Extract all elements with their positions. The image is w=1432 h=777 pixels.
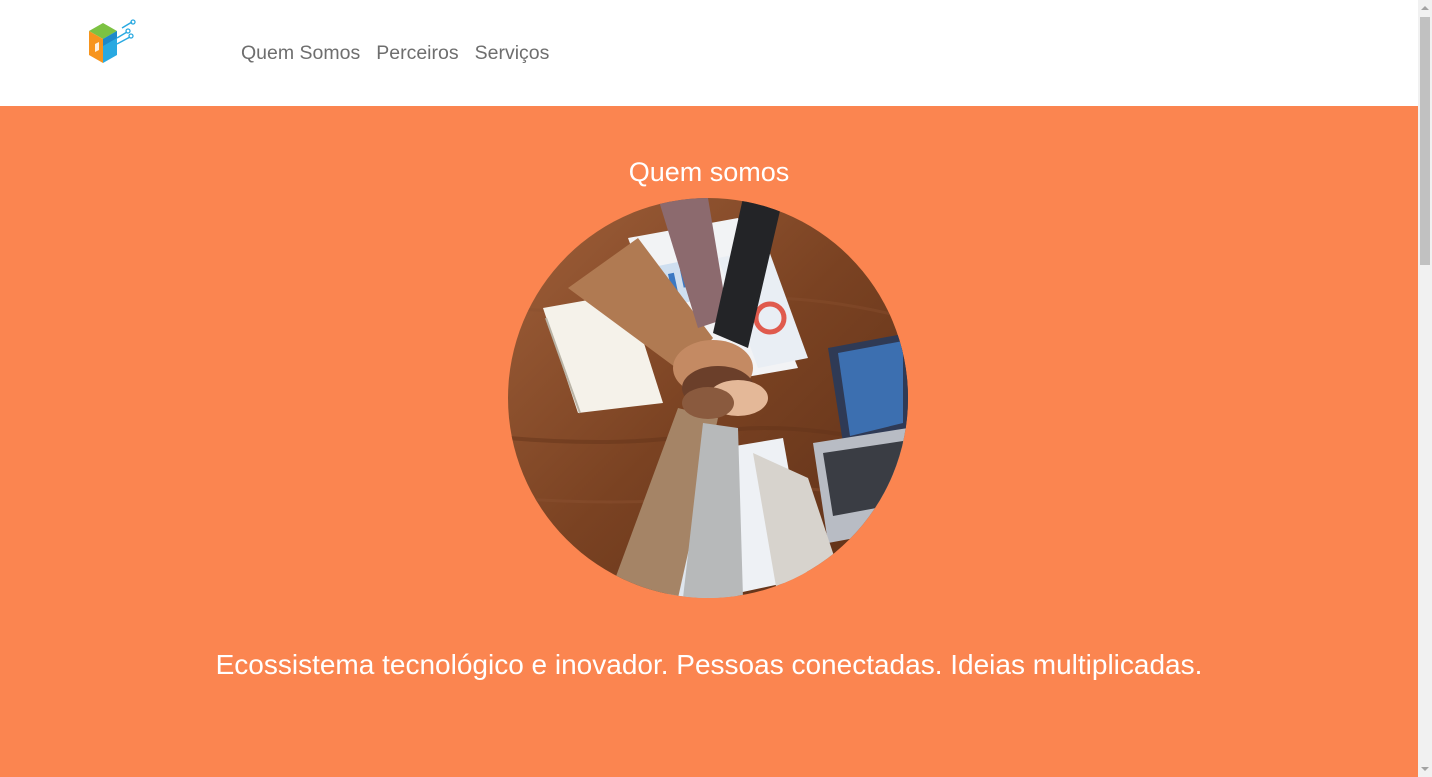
scroll-down-arrow-icon[interactable] [1421,767,1429,771]
vertical-scrollbar[interactable] [1418,0,1432,777]
page: Quem Somos Perceiros Serviços Quem somos [0,0,1418,777]
nav-link-quem-somos[interactable]: Quem Somos [241,41,360,65]
main-nav: Quem Somos Perceiros Serviços [241,41,549,65]
tagline-text: Ecossistema tecnológico e inovador. Pess… [215,649,1203,680]
team-hands-image [508,198,908,598]
nav-link-servicos[interactable]: Serviços [475,41,550,65]
cube-logo-icon [89,19,136,63]
nav-link-perceiros[interactable]: Perceiros [376,41,458,65]
team-photo [508,198,908,598]
section-title: Quem somos [628,157,790,187]
scrollbar-thumb[interactable] [1420,17,1430,265]
top-navbar: Quem Somos Perceiros Serviços [0,0,1418,106]
logo-link[interactable] [86,18,136,66]
about-section: Quem somos Ecossistema tecnológico e ino… [0,106,1418,777]
scroll-up-arrow-icon[interactable] [1421,6,1429,10]
